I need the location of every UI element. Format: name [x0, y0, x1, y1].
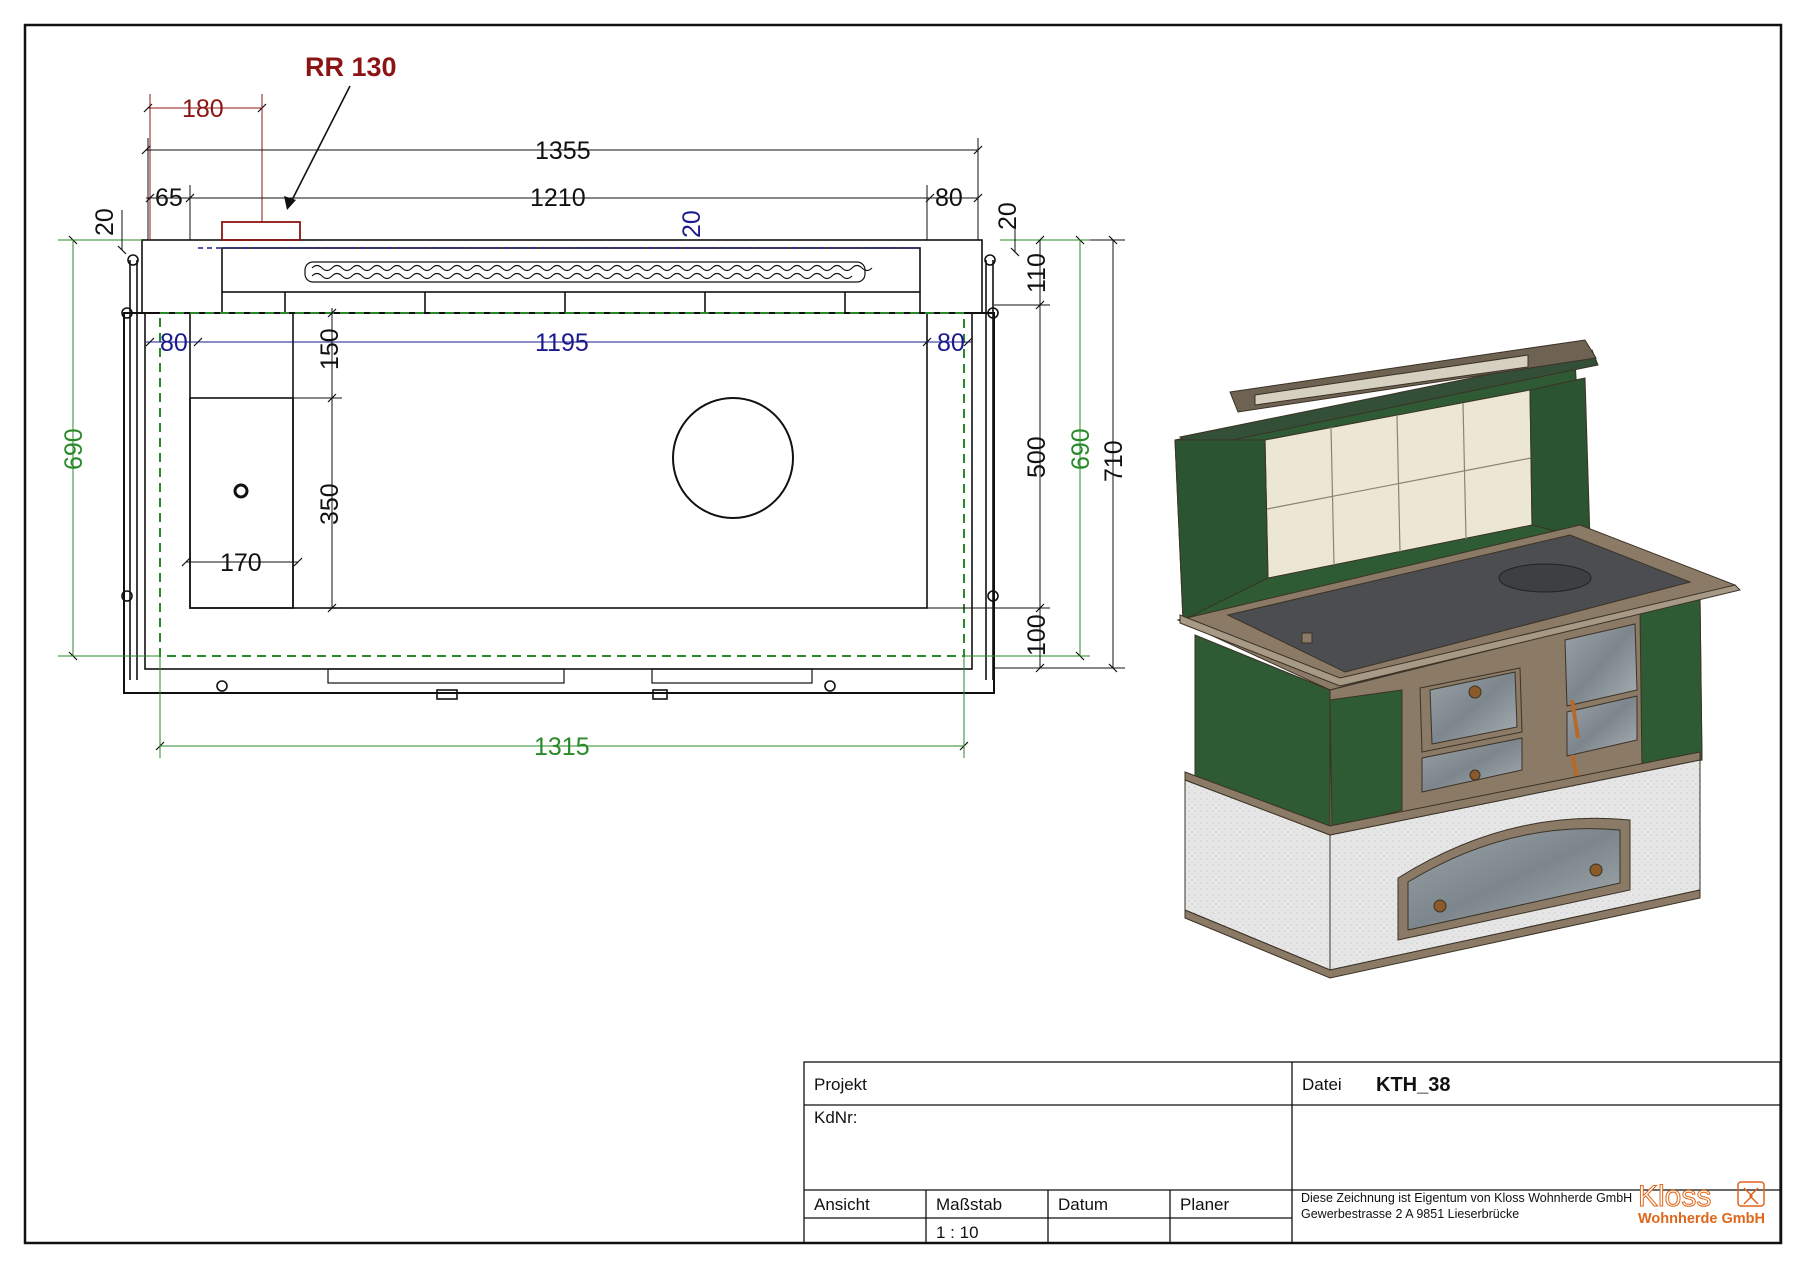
dim-backsplash-depth: 110 [1023, 253, 1051, 293]
flue-label: RR 130 [305, 52, 397, 82]
dim-oven-width: 170 [220, 549, 262, 577]
ownership-line-1: Diese Zeichnung ist Eigentum von Kloss W… [1301, 1191, 1632, 1205]
dim-depth-right: 690 [1067, 428, 1095, 470]
logo-company: Wohnherde GmbH [1638, 1211, 1765, 1227]
dim-right-top: 20 [994, 202, 1022, 230]
vent-pattern [311, 264, 873, 280]
oven-knob [233, 483, 249, 499]
hob-plate [189, 312, 928, 609]
scale-label: Maßstab [936, 1195, 1002, 1214]
plan-view [121, 239, 999, 700]
title-block [803, 1061, 1781, 1244]
dim-right-edge: 80 [935, 184, 963, 212]
title-block-text: Projekt KdNr: Datei KTH_38 Ansicht Maßst… [814, 1074, 1765, 1242]
drawing-sheet: RR 130 180 1355 65 1210 80 20 20 20 110 … [23, 23, 1783, 1245]
file-label: Datei [1302, 1075, 1342, 1094]
hob-ring [672, 397, 794, 519]
dim-hob-depth: 500 [1023, 436, 1051, 478]
dim-left-top: 20 [91, 208, 119, 236]
vent-grille [304, 261, 866, 283]
file-value: KTH_38 [1376, 1074, 1450, 1096]
stove-3d-view [1174, 339, 1741, 979]
logo-word: Kloss [1638, 1180, 1711, 1213]
dim-backsplash-inset: 20 [678, 210, 706, 238]
dim-base-width: 1315 [534, 733, 590, 761]
dim-right-margin: 80 [937, 329, 965, 357]
dim-overall-width: 1355 [535, 137, 591, 165]
dim-inner-width: 1210 [530, 184, 586, 212]
dim-total-depth: 710 [1100, 440, 1128, 482]
planner-label: Planer [1180, 1195, 1229, 1214]
dim-hob-width: 1195 [535, 329, 589, 357]
dimension-lines [58, 85, 1125, 758]
dim-left-edge: 65 [155, 184, 183, 212]
dim-flue-offset: 180 [182, 95, 224, 123]
dim-oven-top: 150 [316, 328, 344, 370]
flue-outlet [221, 221, 301, 241]
ownership-line-2: Gewerbestrasse 2 A 9851 Lieserbrücke [1301, 1207, 1519, 1221]
dim-oven-height: 350 [316, 483, 344, 525]
scale-value: 1 : 10 [936, 1223, 979, 1242]
date-label: Datum [1058, 1195, 1108, 1214]
project-label: Projekt [814, 1075, 867, 1094]
dim-front-margin: 100 [1023, 614, 1051, 656]
logo-mark-icon [1737, 1181, 1765, 1207]
stove-body [123, 312, 995, 694]
dim-depth-left: 690 [60, 428, 88, 470]
customer-label: KdNr: [814, 1108, 857, 1127]
dimension-labels: RR 130 180 1355 65 1210 80 20 20 20 110 … [60, 52, 1128, 761]
stove-body-inner [144, 312, 973, 670]
dim-left-margin: 80 [160, 329, 188, 357]
footprint-outline [159, 312, 965, 657]
view-label: Ansicht [814, 1195, 870, 1214]
